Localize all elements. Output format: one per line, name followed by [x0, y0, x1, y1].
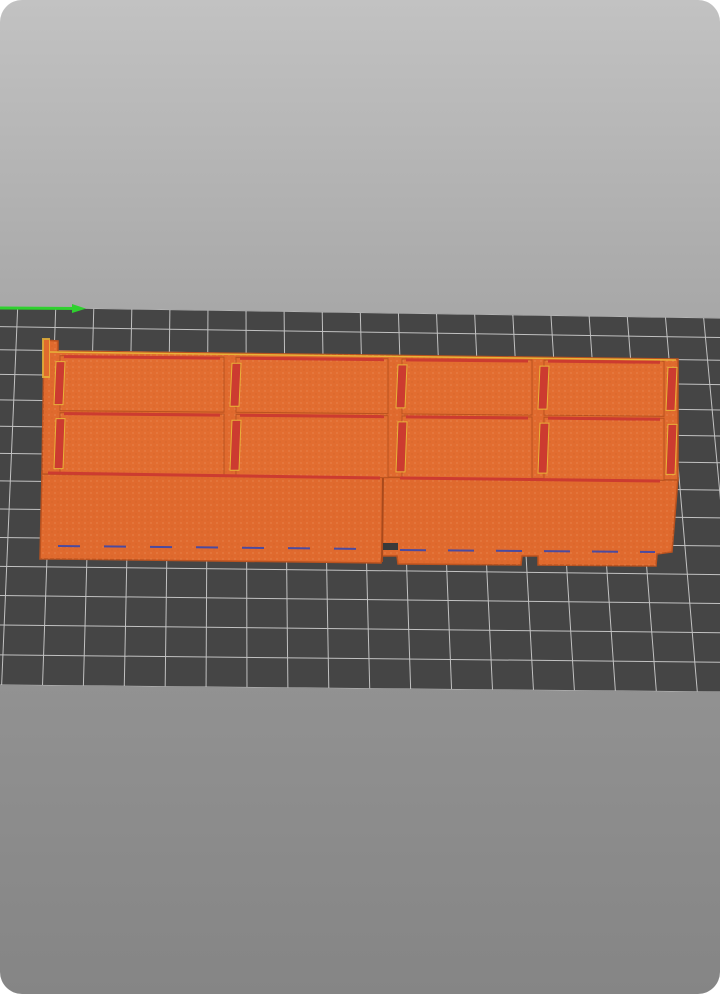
wall-segment [53, 418, 66, 470]
wall-segment [229, 362, 242, 407]
wall-segment [53, 361, 66, 406]
wall-segment [537, 422, 550, 474]
wall-segment [395, 421, 408, 473]
sliced-model[interactable] [39, 338, 679, 567]
wall-segment [665, 366, 678, 411]
wall-segment [239, 356, 385, 362]
wall-segment [395, 364, 408, 409]
3d-viewport[interactable] [0, 0, 720, 994]
wall-segment [229, 419, 242, 471]
scene-canvas[interactable] [0, 0, 720, 994]
wall-segment [405, 358, 529, 363]
wall-segment [405, 415, 529, 420]
wall-segment [63, 355, 221, 360]
wall-segment [547, 359, 661, 364]
wall-segment [63, 412, 221, 417]
wall-segment [537, 365, 550, 410]
wall-segment [665, 423, 678, 475]
wall-segment [239, 413, 385, 419]
wall-segment [547, 416, 661, 421]
